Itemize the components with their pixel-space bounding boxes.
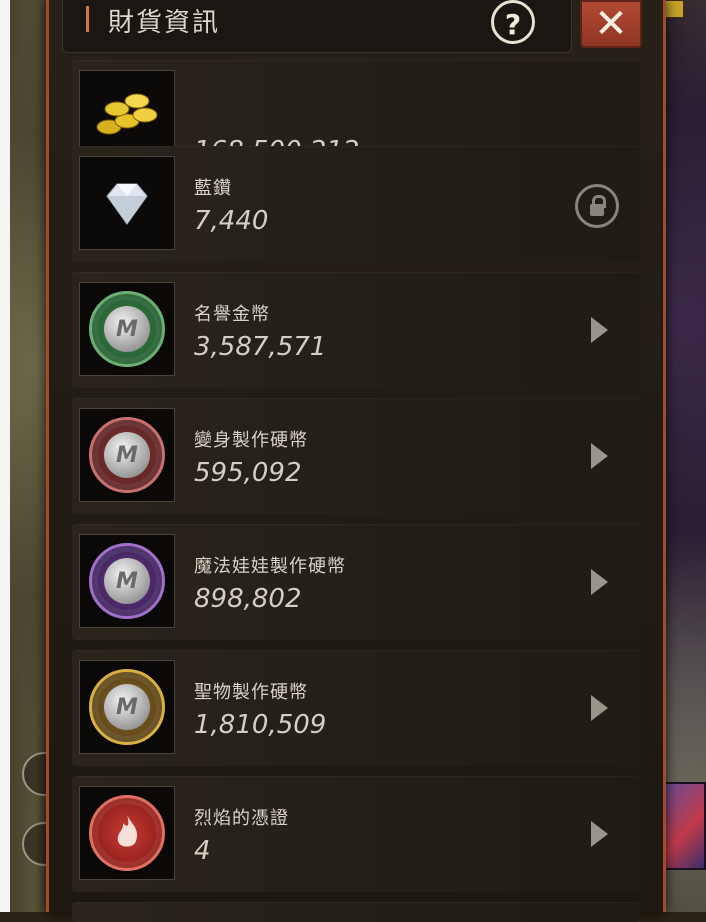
currency-label: 烈焰的憑證 (194, 808, 289, 829)
currency-value: 4 (194, 836, 211, 866)
green-coin-icon: M (79, 282, 175, 376)
currency-label: 變身製作硬幣 (194, 430, 308, 451)
arrow-right-icon[interactable] (591, 569, 608, 595)
arrow-right-icon[interactable] (591, 695, 608, 721)
diamond-icon (79, 156, 175, 250)
flame-emblem-icon (79, 786, 175, 880)
currency-value: 3,587,571 (194, 332, 327, 362)
currency-row-magic-doll-coin: M 魔法娃娃製作硬幣 898,802 (72, 524, 640, 640)
currency-row-blue-diamond: 藍鑽 7,440 (72, 146, 640, 262)
left-edge-strip (0, 0, 10, 912)
currency-row-transform-coin: M 變身製作硬幣 595,092 (72, 398, 640, 514)
currency-row-honor-coin: M 名譽金幣 3,587,571 (72, 272, 640, 388)
help-button[interactable]: ? (491, 0, 535, 44)
title-accent-bar (86, 6, 89, 32)
panel-title: 財貨資訊 (108, 8, 221, 38)
arrow-right-icon[interactable] (591, 821, 608, 847)
arrow-right-icon[interactable] (591, 317, 608, 343)
currency-label: 藍鑽 (194, 178, 232, 199)
currency-value: 898,802 (194, 584, 302, 614)
currency-value: 1,810,509 (194, 710, 327, 740)
currency-row-relic-coin: M 聖物製作硬幣 1,810,509 (72, 650, 640, 766)
currency-value: 595,092 (194, 458, 302, 488)
currency-value: 7,440 (194, 206, 269, 236)
red-coin-icon: M (79, 408, 175, 502)
currency-row-partial (72, 902, 640, 922)
lock-icon[interactable] (575, 184, 619, 228)
purple-coin-icon: M (79, 534, 175, 628)
currency-label: 聖物製作硬幣 (194, 682, 308, 703)
gold-rim-coin-icon: M (79, 660, 175, 754)
close-button[interactable]: ✕ (580, 0, 642, 48)
currency-label: 魔法娃娃製作硬幣 (194, 556, 346, 577)
arrow-right-icon[interactable] (591, 443, 608, 469)
currency-label: 名譽金幣 (194, 304, 270, 325)
currency-row-flame-token: 烈焰的憑證 4 (72, 776, 640, 892)
